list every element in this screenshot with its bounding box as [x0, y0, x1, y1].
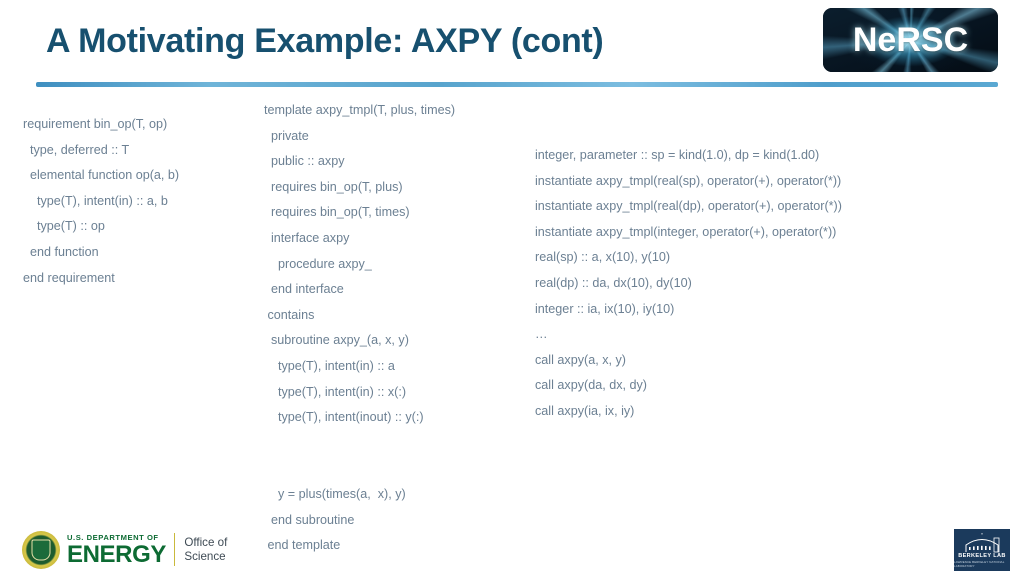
code-line: instantiate axpy_tmpl(integer, operator(…	[535, 224, 837, 239]
code-line: requires bin_op(T, plus)	[264, 179, 403, 194]
code-line: end interface	[264, 282, 344, 297]
code-line: procedure axpy_	[264, 256, 372, 271]
code-line: end requirement	[23, 270, 115, 285]
code-line: type(T), intent(in) :: x(:)	[264, 384, 407, 399]
code-line: type(T), intent(in) :: a, b	[23, 193, 168, 208]
code-line: call axpy(da, dx, dy)	[535, 378, 647, 393]
nersc-logo: NeRSC	[823, 8, 998, 72]
code-line: y = plus(times(a, x), y)	[264, 486, 406, 501]
nersc-wordmark: NeRSC	[852, 20, 969, 59]
code-line: contains	[264, 307, 315, 322]
code-line: public :: axpy	[264, 154, 345, 169]
title-divider-rule	[36, 82, 998, 87]
code-line: instantiate axpy_tmpl(real(dp), operator…	[535, 199, 842, 214]
code-column-instantiation: integer, parameter :: sp = kind(1.0), dp…	[535, 143, 955, 425]
code-line: requires bin_op(T, times)	[264, 205, 410, 220]
doe-energy-label: ENERGY	[67, 540, 166, 568]
doe-divider	[173, 533, 176, 566]
code-line: instantiate axpy_tmpl(real(sp), operator…	[535, 173, 842, 188]
office-of-science-label: Office of Science	[184, 536, 227, 564]
office-of-science-line2: Science	[184, 549, 226, 563]
code-line: elemental function op(a, b)	[23, 168, 180, 183]
code-line: type(T) :: op	[23, 219, 105, 234]
berkeley-dome-building-icon	[965, 533, 1000, 553]
code-line: end template	[264, 538, 341, 553]
office-of-science-line1: Office of	[184, 535, 228, 549]
code-line: template axpy_tmpl(T, plus, times)	[264, 103, 456, 117]
code-line: call axpy(a, x, y)	[535, 352, 626, 367]
berkeley-lab-logo: BERKELEY LAB LAWRENCE BERKELEY NATIONAL …	[954, 529, 1010, 571]
doe-office-of-science-logo: U.S. DEPARTMENT OF ENERGY Office of Scie…	[22, 527, 232, 572]
code-line: …	[535, 327, 548, 342]
berkeley-lab-name: BERKELEY LAB	[958, 553, 1006, 559]
code-line: private	[264, 128, 309, 143]
code-line: real(dp) :: da, dx(10), dy(10)	[535, 275, 692, 290]
code-line: end function	[23, 244, 99, 259]
code-line: requirement bin_op(T, op)	[23, 117, 168, 131]
code-column-requirement: requirement bin_op(T, op) type, deferred…	[23, 112, 253, 291]
code-line: integer :: ia, ix(10), iy(10)	[535, 301, 675, 316]
code-line: type, deferred :: T	[23, 142, 130, 157]
doe-wordmark: U.S. DEPARTMENT OF ENERGY	[67, 533, 166, 567]
page-title: A Motivating Example: AXPY (cont)	[46, 22, 604, 60]
code-line: end subroutine	[264, 512, 355, 527]
berkeley-lab-subtitle: LAWRENCE BERKELEY NATIONAL LABORATORY	[954, 560, 1005, 568]
code-line: integer, parameter :: sp = kind(1.0), dp…	[535, 148, 820, 162]
code-line: interface axpy	[264, 230, 350, 245]
code-line: subroutine axpy_(a, x, y)	[264, 333, 409, 348]
code-line: type(T), intent(in) :: a	[264, 358, 395, 373]
code-column-template: template axpy_tmpl(T, plus, times) priva…	[264, 98, 514, 559]
code-line: call axpy(ia, ix, iy)	[535, 403, 635, 418]
code-line: real(sp) :: a, x(10), y(10)	[535, 250, 671, 265]
doe-seal-icon	[22, 530, 60, 569]
code-line: type(T), intent(inout) :: y(:)	[264, 410, 424, 425]
